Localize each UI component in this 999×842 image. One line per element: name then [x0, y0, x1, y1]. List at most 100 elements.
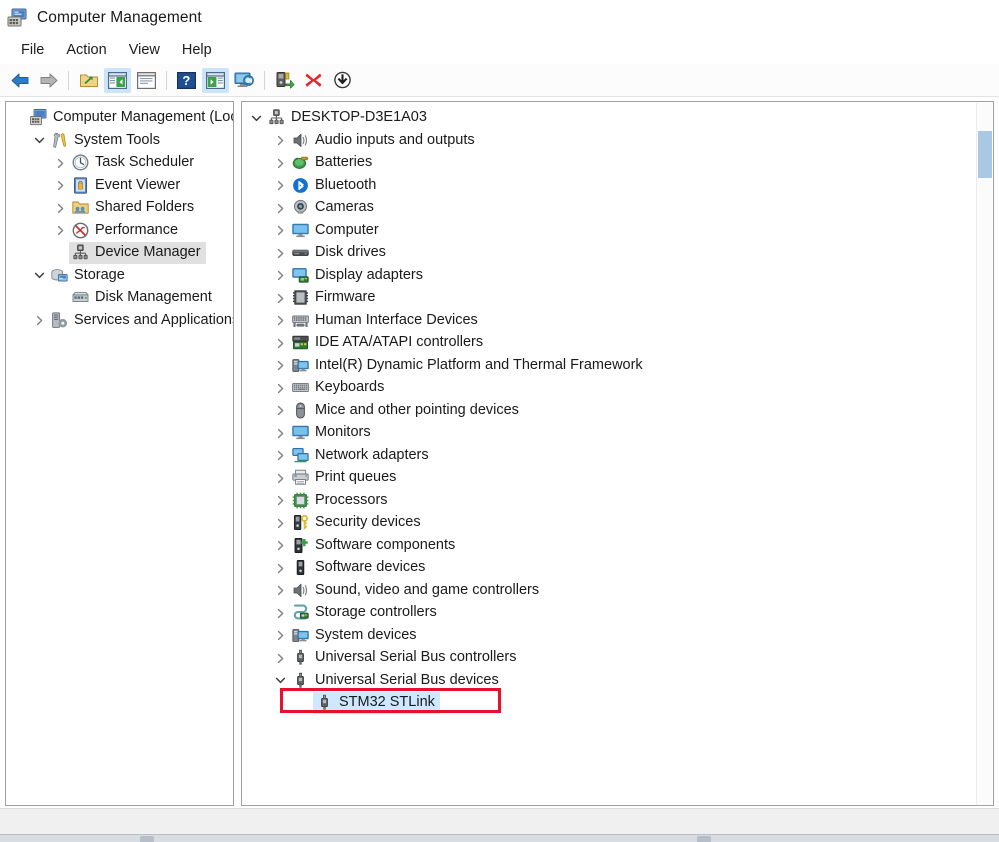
chevron-right-icon[interactable] [272, 467, 289, 489]
chevron-right-icon[interactable] [272, 647, 289, 669]
device-category-keyboards[interactable]: Keyboards [242, 377, 993, 400]
device-category-system-devices[interactable]: System devices [242, 625, 993, 648]
tree-node-content[interactable]: Performance [69, 220, 183, 242]
chevron-right-icon[interactable] [272, 220, 289, 242]
device-root-desktop[interactable]: DESKTOP-D3E1A03 [242, 107, 993, 130]
chevron-right-icon[interactable] [272, 287, 289, 309]
device-category-universal-serial-bus-devices[interactable]: Universal Serial Bus devices [242, 670, 993, 693]
chevron-right-icon[interactable] [272, 265, 289, 287]
device-category-disk-drives[interactable]: Disk drives [242, 242, 993, 265]
tree-node-content[interactable]: Processors [289, 490, 393, 512]
tree-node-content[interactable]: Print queues [289, 467, 401, 489]
tree-node-content[interactable]: Batteries [289, 152, 377, 174]
device-category-human-interface-devices[interactable]: Human Interface Devices [242, 310, 993, 333]
tree-node-content[interactable]: Universal Serial Bus controllers [289, 647, 521, 669]
toolbar-uninstall-device[interactable] [300, 68, 327, 93]
tree-node-content[interactable]: Device Manager [69, 242, 206, 265]
menu-view[interactable]: View [118, 39, 171, 61]
device-category-display-adapters[interactable]: Display adapters [242, 265, 993, 288]
tree-node-content[interactable]: Firmware [289, 287, 380, 309]
device-category-processors[interactable]: Processors [242, 490, 993, 513]
chevron-right-icon[interactable] [272, 310, 289, 332]
tree-node-content[interactable]: Computer [289, 220, 384, 242]
device-category-audio-inputs-and-outputs[interactable]: Audio inputs and outputs [242, 130, 993, 153]
chevron-right-icon[interactable] [272, 355, 289, 377]
device-category-storage-controllers[interactable]: Storage controllers [242, 602, 993, 625]
chevron-right-icon[interactable] [272, 422, 289, 444]
device-manager-panel[interactable]: DESKTOP-D3E1A03 Audio inputs and outputs… [241, 101, 994, 806]
chevron-right-icon[interactable] [272, 130, 289, 152]
tree-disk-management[interactable]: Disk Management [6, 287, 233, 310]
device-category-ide-ata-atapi-controllers[interactable]: IDE ATA/ATAPI controllers [242, 332, 993, 355]
menu-action[interactable]: Action [55, 39, 117, 61]
toolbar-help[interactable]: ? [173, 68, 200, 93]
device-category-batteries[interactable]: Batteries [242, 152, 993, 175]
chevron-right-icon[interactable] [272, 400, 289, 422]
tree-storage[interactable]: Storage [6, 265, 233, 288]
device-category-mice-and-other-pointing-devices[interactable]: Mice and other pointing devices [242, 400, 993, 423]
device-category-universal-serial-bus-controllers[interactable]: Universal Serial Bus controllers [242, 647, 993, 670]
chevron-right-icon[interactable] [272, 197, 289, 219]
toolbar-forward[interactable] [35, 68, 62, 93]
chevron-right-icon[interactable] [272, 242, 289, 264]
chevron-right-icon[interactable] [272, 490, 289, 512]
tree-node-content[interactable]: Disk drives [289, 242, 391, 264]
chevron-right-icon[interactable] [272, 152, 289, 174]
chevron-right-icon[interactable] [272, 557, 289, 579]
tree-node-content[interactable]: Cameras [289, 197, 379, 219]
chevron-right-icon[interactable] [52, 220, 69, 242]
tree-node-content[interactable]: Mice and other pointing devices [289, 400, 524, 422]
tree-performance[interactable]: Performance [6, 220, 233, 243]
tree-node-content[interactable]: Keyboards [289, 377, 389, 399]
device-category-computer[interactable]: Computer [242, 220, 993, 243]
tree-node-content[interactable]: Universal Serial Bus devices [289, 670, 504, 692]
toolbar-properties[interactable] [133, 68, 160, 93]
tree-node-content[interactable]: Event Viewer [69, 175, 185, 197]
chevron-right-icon[interactable] [272, 602, 289, 624]
tree-node-content[interactable]: Storage controllers [289, 602, 442, 624]
tree-node-content[interactable]: IDE ATA/ATAPI controllers [289, 332, 488, 354]
toolbar-back[interactable] [6, 68, 33, 93]
tree-node-content[interactable]: Human Interface Devices [289, 310, 483, 332]
tree-node-content[interactable]: Monitors [289, 422, 376, 444]
chevron-right-icon[interactable] [272, 580, 289, 602]
scrollbar-thumb[interactable] [978, 131, 992, 178]
tree-node-content[interactable]: Task Scheduler [69, 152, 199, 174]
vertical-scrollbar[interactable] [976, 103, 992, 805]
tree-node-content[interactable]: System devices [289, 625, 422, 647]
device-category-software-devices[interactable]: Software devices [242, 557, 993, 580]
chevron-down-icon[interactable] [248, 107, 265, 129]
tree-computer-management-local[interactable]: Computer Management (Local) [6, 107, 233, 130]
chevron-right-icon[interactable] [52, 175, 69, 197]
tree-node-content[interactable]: Shared Folders [69, 197, 199, 219]
tree-node-content[interactable]: System Tools [48, 130, 165, 152]
device-category-network-adapters[interactable]: Network adapters [242, 445, 993, 468]
menu-help[interactable]: Help [171, 39, 223, 61]
chevron-right-icon[interactable] [52, 197, 69, 219]
tree-services-and-applications[interactable]: Services and Applications [6, 310, 233, 333]
tree-node-content[interactable]: Audio inputs and outputs [289, 130, 480, 152]
tree-node-content[interactable]: Computer Management (Local) [27, 107, 233, 129]
chevron-right-icon[interactable] [52, 152, 69, 174]
tree-node-content[interactable]: Bluetooth [289, 175, 381, 197]
tree-node-content[interactable]: Display adapters [289, 265, 428, 287]
tree-node-content[interactable]: Sound, video and game controllers [289, 580, 544, 602]
tree-node-content[interactable]: Software devices [289, 557, 430, 579]
tree-node-content[interactable]: Security devices [289, 512, 426, 534]
device-category-firmware[interactable]: Firmware [242, 287, 993, 310]
toolbar-disable-device[interactable] [329, 68, 356, 93]
tree-node-content[interactable]: Storage [48, 265, 130, 287]
device-item-stm32-stlink[interactable]: STM32 STLink [242, 692, 993, 715]
device-category-software-components[interactable]: Software components [242, 535, 993, 558]
tree-task-scheduler[interactable]: Task Scheduler [6, 152, 233, 175]
tree-node-content[interactable]: Network adapters [289, 445, 434, 467]
toolbar-up-one-level[interactable] [75, 68, 102, 93]
chevron-right-icon[interactable] [272, 445, 289, 467]
device-category-security-devices[interactable]: Security devices [242, 512, 993, 535]
console-tree-panel[interactable]: Computer Management (Local) System Tools… [5, 101, 234, 806]
chevron-right-icon[interactable] [272, 512, 289, 534]
chevron-right-icon[interactable] [31, 310, 48, 332]
device-category-bluetooth[interactable]: Bluetooth [242, 175, 993, 198]
chevron-right-icon[interactable] [272, 535, 289, 557]
toolbar-update-driver[interactable] [271, 68, 298, 93]
